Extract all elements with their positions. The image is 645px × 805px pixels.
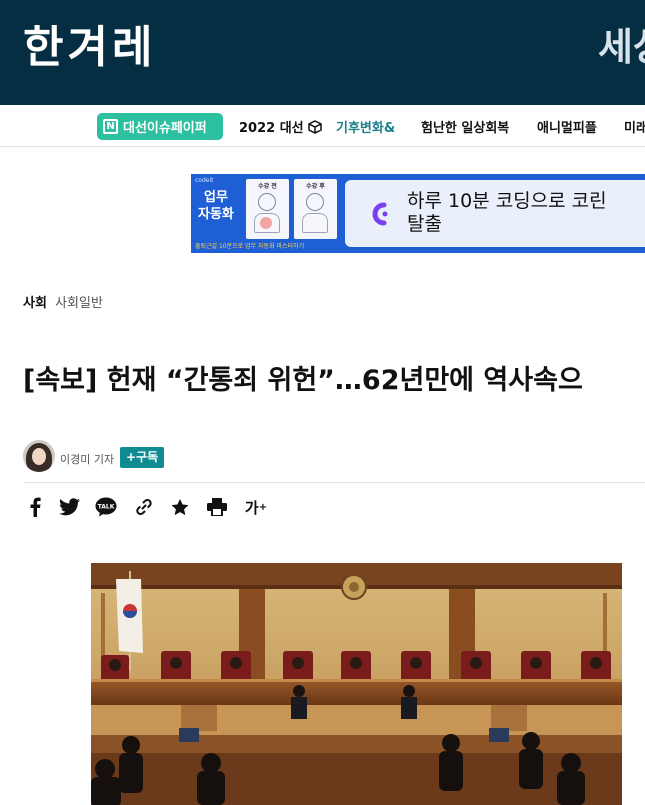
font-size-label: 가	[244, 498, 259, 517]
nav-item-future[interactable]: 미래	[624, 117, 645, 136]
reporter-name[interactable]: 이경미 기자	[60, 451, 114, 467]
ad-comparison-cards: 수강 전 수강 후	[246, 179, 338, 239]
share-toolbar: TALK 가 +	[23, 495, 283, 519]
person-icon	[306, 193, 324, 211]
hankyoreh-logo[interactable]: 한겨레	[23, 11, 156, 75]
ad-title-line1: 업무	[203, 190, 228, 205]
category-main-link[interactable]: 사회	[23, 296, 47, 311]
byline-divider	[23, 482, 645, 483]
nav-item-recovery[interactable]: 험난한 일상회복	[421, 117, 509, 136]
codeit-logo-icon	[372, 202, 388, 226]
advertisement-banner[interactable]: codeit 업무 자동화 수강 전 수강 후 출퇴근길 10분으로 업무 자동…	[191, 174, 645, 253]
article-photo[interactable]	[91, 563, 622, 805]
twitter-icon[interactable]	[57, 495, 81, 519]
ad-headline-line1: 하루 10분 코딩으로 코린	[407, 190, 607, 212]
kakaotalk-icon[interactable]: TALK	[94, 495, 118, 519]
ad-headline: 하루 10분 코딩으로 코린 탈출	[407, 190, 607, 236]
ad-title-line2: 자동화	[198, 207, 234, 222]
header-section-title[interactable]: 세상	[598, 16, 645, 71]
issue-paper-icon: N	[103, 119, 118, 134]
nav-item-animal-people[interactable]: 애니멀피플	[537, 117, 597, 136]
font-size-icon[interactable]: 가 +	[242, 495, 270, 519]
reporter-avatar[interactable]	[23, 440, 55, 472]
ad-card-after: 수강 후	[294, 179, 337, 239]
article-category: 사회 사회일반	[23, 292, 103, 311]
nav-item-label: 2022 대선	[239, 121, 304, 136]
person-icon	[258, 193, 276, 211]
nav-item-election[interactable]: 2022 대선	[239, 117, 322, 136]
nav-issue-paper-badge[interactable]: N 대선이슈페이퍼	[97, 113, 223, 140]
article-headline: [속보] 헌재 “간통죄 위헌”…62년만에 역사속으	[23, 365, 583, 396]
top-navigation: N 대선이슈페이퍼 2022 대선 기후변화& 험난한 일상회복 애니멀피플 미…	[0, 105, 645, 147]
byline: 이경미 기자 +구독	[23, 440, 623, 474]
category-sub-link[interactable]: 사회일반	[55, 296, 103, 311]
ad-headline-line2: 탈출	[407, 213, 442, 235]
courtroom-photo-illustration	[91, 563, 622, 805]
link-icon[interactable]	[132, 495, 156, 519]
ad-card-caption: 수강 후	[306, 183, 325, 190]
ad-brand-label: codeit	[195, 177, 214, 184]
print-icon[interactable]	[205, 495, 229, 519]
ad-footer-text: 출퇴근길 10분으로 업무 자동화 마스터하기	[195, 243, 305, 250]
subscribe-button[interactable]: +구독	[120, 447, 165, 468]
site-header: 한겨레 세상	[0, 0, 645, 105]
stress-mark-icon	[260, 217, 272, 229]
star-icon[interactable]	[168, 495, 192, 519]
ad-title: 업무 자동화	[198, 189, 234, 223]
nav-badge-label: 대선이슈페이퍼	[123, 121, 207, 136]
person-body-icon	[302, 213, 328, 233]
svg-text:TALK: TALK	[98, 504, 115, 511]
cube-icon	[308, 120, 322, 134]
ad-message-panel: 하루 10분 코딩으로 코린 탈출	[345, 180, 645, 247]
ad-card-caption: 수강 전	[258, 183, 277, 190]
nav-item-climate[interactable]: 기후변화&	[336, 117, 395, 136]
facebook-icon[interactable]	[23, 495, 47, 519]
ad-card-before: 수강 전	[246, 179, 289, 239]
